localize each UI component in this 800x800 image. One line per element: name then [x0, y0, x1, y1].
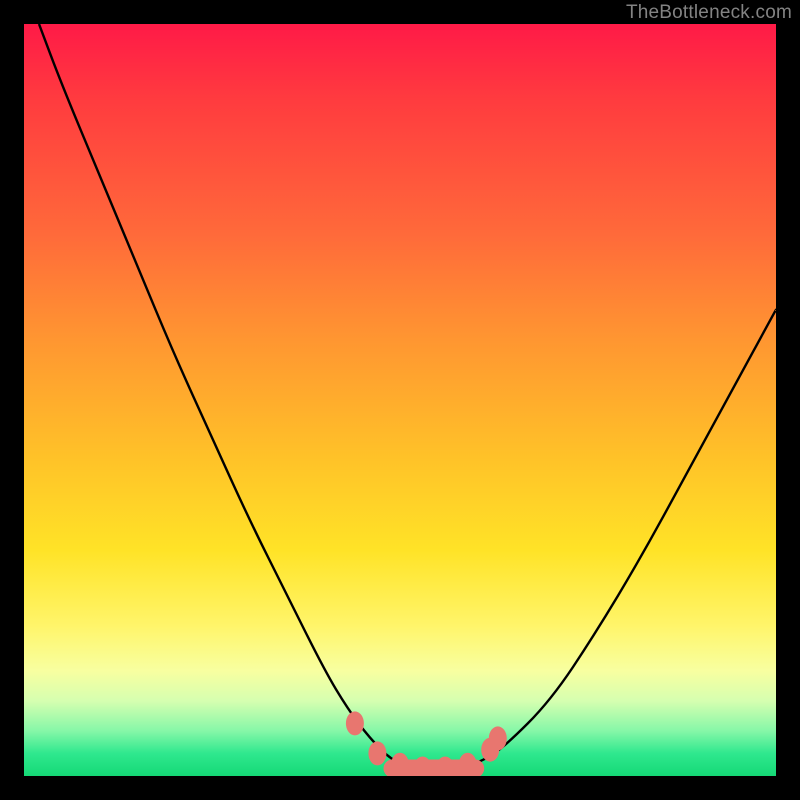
watermark-text: TheBottleneck.com [626, 2, 792, 24]
highlight-markers [24, 24, 776, 776]
plot-area [24, 24, 776, 776]
chart-frame: TheBottleneck.com [0, 0, 800, 800]
